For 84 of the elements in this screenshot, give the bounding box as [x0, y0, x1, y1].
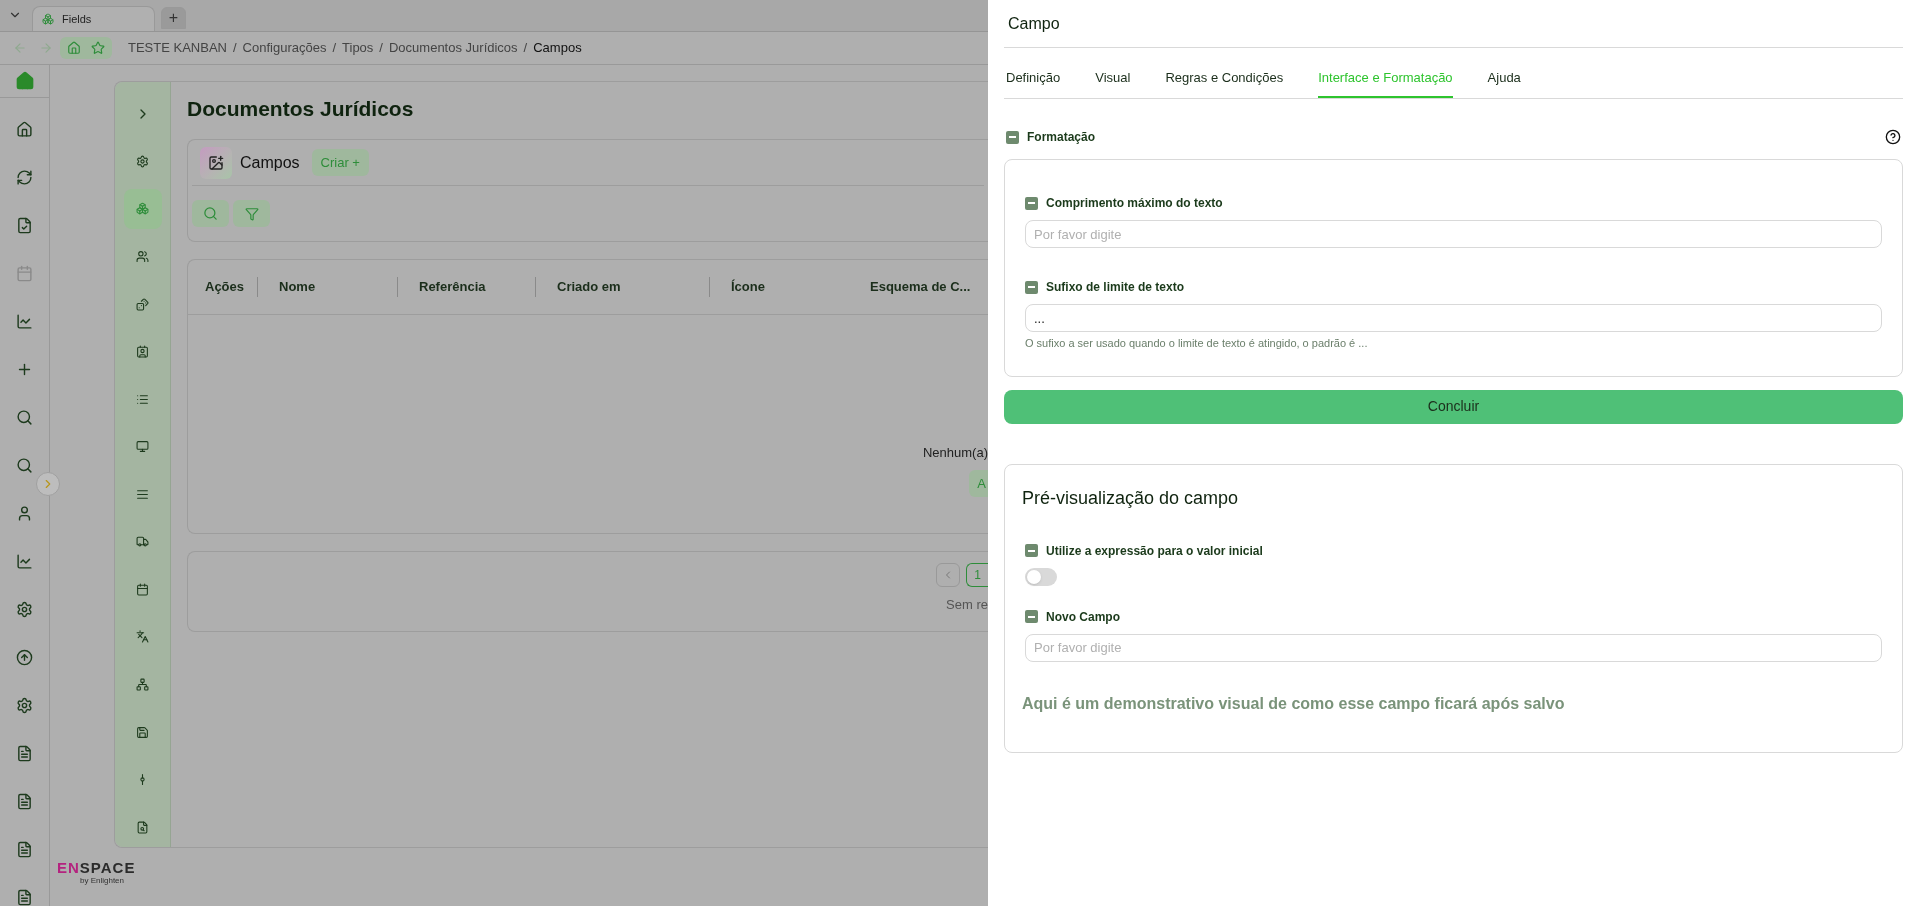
truck-icon	[136, 535, 149, 549]
field-label: Novo Campo	[1046, 608, 1120, 626]
minus-square-icon	[1025, 610, 1038, 623]
calendar-icon	[136, 582, 149, 596]
help-icon[interactable]	[1885, 129, 1901, 145]
column-header: Nome	[279, 278, 316, 297]
minus-square-icon	[1006, 130, 1019, 144]
settings-icon[interactable]	[16, 697, 33, 714]
save-icon	[136, 725, 149, 739]
toggle-switch[interactable]	[1025, 567, 1057, 586]
list-icon	[136, 392, 149, 406]
tab[interactable]: Ajuda	[1487, 67, 1521, 98]
settings-icon	[136, 154, 149, 168]
results-summary: Sem re	[946, 596, 988, 614]
search-icon[interactable]	[16, 457, 33, 474]
tab[interactable]: Definição	[1006, 67, 1061, 98]
plus-icon[interactable]	[16, 361, 33, 378]
column-header: Ícone	[731, 278, 765, 297]
text-field[interactable]: Por favor digite	[1025, 220, 1882, 248]
contact-card-icon	[136, 345, 149, 359]
search-button[interactable]	[192, 200, 229, 227]
settings-icon[interactable]	[16, 601, 33, 618]
file-search-icon	[136, 820, 149, 834]
empty-message: Nenhum(a)	[922, 443, 988, 462]
new-tab-button[interactable]: +	[161, 7, 186, 29]
search-icon[interactable]	[16, 409, 33, 426]
breadcrumb-link[interactable]: Documentos Jurídicos	[389, 38, 518, 58]
help-text: O sufixo a ser usado quando o limite de texto é atingido, o padrão é ...	[1025, 336, 1369, 351]
star-icon[interactable]	[91, 41, 105, 55]
search-icon	[203, 206, 218, 221]
breadcrumb-separator: /	[332, 39, 337, 58]
upload-icon[interactable]	[16, 649, 33, 666]
users-icon	[136, 249, 149, 263]
file-check-icon[interactable]	[16, 217, 33, 234]
document-icon[interactable]	[16, 841, 33, 858]
field-label: Comprimento máximo do texto	[1046, 195, 1223, 212]
text-field[interactable]: Por favor digite	[1025, 633, 1882, 662]
chart-icon[interactable]	[16, 313, 33, 330]
minus-square-icon	[1025, 196, 1038, 210]
field-label: Sufixo de limite de texto	[1046, 279, 1185, 296]
breadcrumb-separator: /	[232, 39, 237, 58]
tab[interactable]: Regras e Condições	[1165, 67, 1284, 98]
document-icon[interactable]	[16, 889, 33, 906]
column-header: Referência	[419, 278, 486, 297]
preview-note: Aqui é um demonstrativo visual de como esse campo ficará após salvo	[1022, 693, 1566, 714]
breadcrumb-link[interactable]: Tipos	[342, 38, 374, 58]
document-icon[interactable]	[16, 793, 33, 810]
tab[interactable]: Visual	[1095, 67, 1131, 98]
preview-title: Pré-visualização do campo	[1022, 486, 1240, 510]
home-icon[interactable]	[16, 121, 33, 138]
minus-square-icon	[1025, 280, 1038, 294]
minus-square-icon	[1025, 544, 1038, 557]
logo-text: SPACE	[79, 860, 136, 876]
logo-text: EN	[57, 860, 80, 876]
tab[interactable]: Interface e Formatação	[1318, 67, 1453, 98]
chart-icon[interactable]	[16, 553, 33, 570]
page-title: Documentos Jurídicos	[187, 96, 415, 122]
monitor-icon	[136, 440, 149, 454]
translate-icon	[136, 630, 149, 644]
network-icon	[136, 678, 149, 692]
submit-button[interactable]: Concluir	[1004, 389, 1903, 424]
drawer-title: Campo	[1008, 13, 1060, 34]
breadcrumb-link[interactable]: TESTE KANBAN	[128, 38, 227, 58]
browser-tab[interactable]: Fields	[32, 6, 155, 31]
breadcrumb-separator: /	[523, 39, 528, 58]
breadcrumb-link[interactable]: Configurações	[242, 38, 327, 58]
image-icon	[208, 154, 224, 171]
column-header: Ações	[204, 278, 245, 297]
breadcrumb-link[interactable]: Campos	[533, 38, 582, 58]
lines-icon	[136, 487, 149, 501]
text-field[interactable]: ...	[1025, 304, 1882, 332]
section-title: Campos	[240, 152, 300, 173]
column-header: Esquema de C...	[870, 278, 971, 297]
section-title: Formatação	[1027, 129, 1096, 146]
field-label: Utilize a expressão para o valor inicial	[1046, 542, 1263, 560]
cubes-icon	[42, 13, 54, 25]
refresh-icon[interactable]	[16, 169, 33, 186]
logo-byline: by Enlighten	[80, 876, 124, 886]
breadcrumb-separator: /	[379, 39, 383, 58]
column-header: Criado em	[557, 278, 621, 297]
document-icon[interactable]	[16, 745, 33, 762]
user-icon[interactable]	[16, 505, 33, 522]
filter-icon	[244, 206, 259, 221]
cubes-icon	[136, 202, 149, 216]
